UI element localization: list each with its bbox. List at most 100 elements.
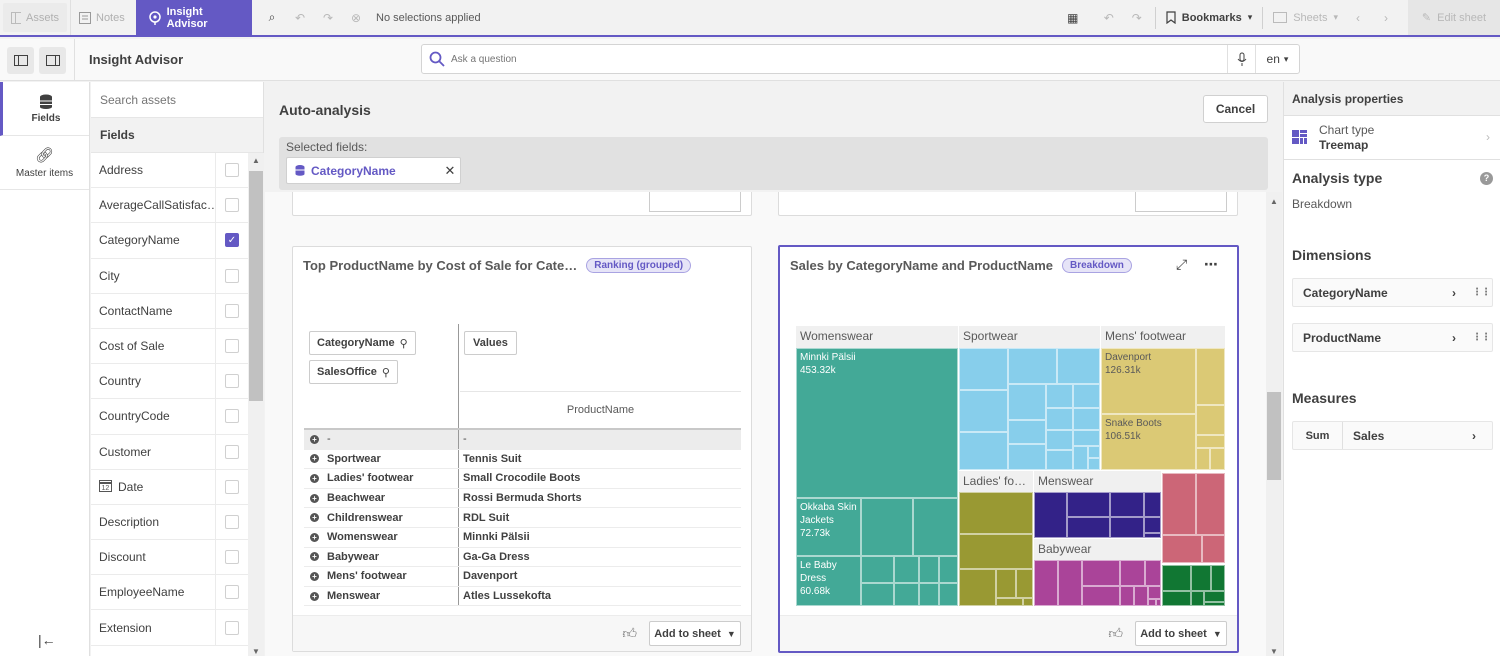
category-value[interactable]: Babywear <box>327 551 379 563</box>
previous-sheet-button[interactable]: ‹ <box>1344 0 1372 35</box>
treemap-cell[interactable] <box>959 492 1033 534</box>
measure-item-sales[interactable]: Sum Sales › <box>1292 421 1493 450</box>
add-to-sheet-button[interactable] <box>1135 190 1227 212</box>
field-checkbox[interactable] <box>225 339 239 354</box>
treemap-cell[interactable] <box>1034 492 1067 538</box>
treemap-cell[interactable] <box>861 583 894 606</box>
treemap-cell[interactable] <box>1148 586 1161 599</box>
toggle-left-panel-button[interactable] <box>7 47 34 74</box>
treemap-cell[interactable] <box>1057 348 1100 384</box>
help-icon[interactable]: ? <box>1480 172 1493 185</box>
field-checkbox[interactable] <box>225 444 239 459</box>
clear-selections-button[interactable]: ⊗ <box>342 0 370 35</box>
treemap-cell[interactable] <box>1082 586 1120 606</box>
field-list-item[interactable]: Address <box>91 153 248 189</box>
treemap-cell[interactable] <box>1120 586 1134 606</box>
treemap-cell[interactable] <box>1088 446 1100 458</box>
treemap-cell-minnki-palsii[interactable]: Minnki Pälsii 453.32k <box>796 348 958 498</box>
fields-scrollbar[interactable]: ▲ ▼ <box>248 153 264 656</box>
edit-sheet-button[interactable]: ✎ Edit sheet <box>1408 0 1500 35</box>
language-select[interactable]: en ▾ <box>1255 45 1299 73</box>
field-list-item[interactable]: Discount <box>91 540 248 576</box>
category-value[interactable]: Childrenswear <box>327 512 403 524</box>
treemap-cell[interactable] <box>919 556 939 583</box>
product-value[interactable]: Small Crocodile Boots <box>459 472 580 484</box>
add-to-sheet-button[interactable]: Add to sheet ▼ <box>649 621 741 646</box>
smart-search-button[interactable]: ⌕ <box>258 0 286 35</box>
treemap-cell[interactable] <box>1144 492 1161 517</box>
treemap-cell[interactable] <box>996 598 1023 606</box>
treemap-cell[interactable] <box>1046 430 1073 450</box>
treemap-cell-le-baby-dress[interactable]: Le Baby Dress 60.68k <box>796 556 861 606</box>
field-checkbox[interactable] <box>225 303 239 318</box>
treemap-cell[interactable] <box>1008 420 1046 444</box>
treemap-cell[interactable] <box>861 498 913 556</box>
product-value[interactable]: - <box>459 433 467 445</box>
treemap-cell[interactable] <box>1196 348 1225 405</box>
field-checkbox[interactable] <box>225 268 239 283</box>
treemap-cell[interactable] <box>1144 517 1161 533</box>
treemap-cell[interactable] <box>959 534 1033 569</box>
treemap-cell-snake-boots[interactable]: Snake Boots 106.51k <box>1101 414 1196 470</box>
sheets-button[interactable]: Sheets ▾ <box>1267 12 1344 24</box>
feedback-thumbs-icon[interactable]: 👍︎ <box>622 625 637 642</box>
expand-plus-icon[interactable]: + <box>310 434 319 444</box>
scroll-down-icon[interactable]: ▼ <box>248 647 264 656</box>
values-chip[interactable]: Values <box>464 331 517 355</box>
product-value[interactable]: RDL Suit <box>459 512 509 524</box>
treemap-cell[interactable] <box>1148 599 1156 606</box>
measure-aggregation[interactable]: Sum <box>1293 422 1343 449</box>
category-value[interactable]: Menswear <box>327 590 380 602</box>
product-value[interactable]: Ga-Ga Dress <box>459 551 530 563</box>
treemap-cell[interactable] <box>1196 435 1225 448</box>
step-back-button[interactable]: ↶ <box>286 0 314 35</box>
dimension-chip-salesoffice[interactable]: SalesOffice ⚲ <box>309 360 398 384</box>
treemap-group-womenswear[interactable]: Womenswear <box>796 326 958 348</box>
scroll-down-icon[interactable]: ▼ <box>1266 647 1282 656</box>
treemap-cell[interactable] <box>1110 492 1144 517</box>
search-icon[interactable]: ⚲ <box>400 337 408 350</box>
field-checkbox[interactable] <box>225 409 239 424</box>
expand-plus-icon[interactable]: + <box>310 532 319 542</box>
expand-plus-icon[interactable]: + <box>310 571 319 581</box>
step-forward-button[interactable]: ↷ <box>314 0 342 35</box>
treemap-cell-davenport[interactable]: Davenport 126.31k <box>1101 348 1196 414</box>
feedback-thumbs-icon[interactable]: 👍︎ <box>1108 625 1123 642</box>
treemap-cell[interactable] <box>1073 384 1100 408</box>
next-sheet-button[interactable]: › <box>1372 0 1400 35</box>
field-list-item[interactable]: Extension <box>91 610 248 646</box>
field-list-item[interactable]: 12 Date <box>91 469 248 505</box>
product-value[interactable]: Tennis Suit <box>459 453 521 465</box>
treemap-cell[interactable] <box>959 390 1008 432</box>
scroll-up-icon[interactable]: ▲ <box>1266 197 1282 206</box>
add-to-sheet-button[interactable] <box>649 190 741 212</box>
treemap-cell[interactable] <box>1016 569 1033 598</box>
treemap-cell-okkaba-skin-jackets[interactable]: Okkaba Skin Jackets 72.73k <box>796 498 861 556</box>
treemap-group-ladies-footwear[interactable]: Ladies' fo… <box>959 471 1033 492</box>
treemap-cell[interactable] <box>919 583 939 606</box>
close-icon[interactable]: ✕ <box>440 163 460 179</box>
treemap-cell[interactable] <box>1008 444 1046 470</box>
treemap-cell[interactable] <box>1196 448 1210 470</box>
product-value[interactable]: Atles Lussekofta <box>459 590 551 602</box>
category-value[interactable]: Beachwear <box>327 492 385 504</box>
treemap-cell[interactable] <box>996 569 1016 598</box>
treemap-cell[interactable] <box>1145 560 1161 586</box>
microphone-button[interactable] <box>1227 45 1255 73</box>
drag-handle-icon[interactable]: ⋮⋮ <box>1472 332 1492 343</box>
category-value[interactable]: Ladies' footwear <box>327 472 413 484</box>
field-checkbox[interactable] <box>225 198 239 213</box>
assets-button[interactable]: Assets <box>3 3 67 32</box>
field-list-item[interactable]: AverageCallSatisfac… <box>91 188 248 224</box>
expand-plus-icon[interactable]: + <box>310 552 319 562</box>
category-value[interactable]: Mens' footwear <box>327 570 407 582</box>
treemap-cell[interactable] <box>1211 565 1225 591</box>
treemap-cell[interactable] <box>1082 560 1120 586</box>
treemap-cell[interactable] <box>894 583 919 606</box>
treemap-group-mens-footwear[interactable]: Mens' footwear <box>1101 326 1225 348</box>
undo-button[interactable]: ↶ <box>1095 0 1123 35</box>
category-value[interactable]: Sportwear <box>327 453 381 465</box>
expand-plus-icon[interactable]: + <box>310 473 319 483</box>
field-list-item[interactable]: CountryCode <box>91 399 248 435</box>
expand-icon[interactable]: ⤢ <box>1176 256 1187 273</box>
